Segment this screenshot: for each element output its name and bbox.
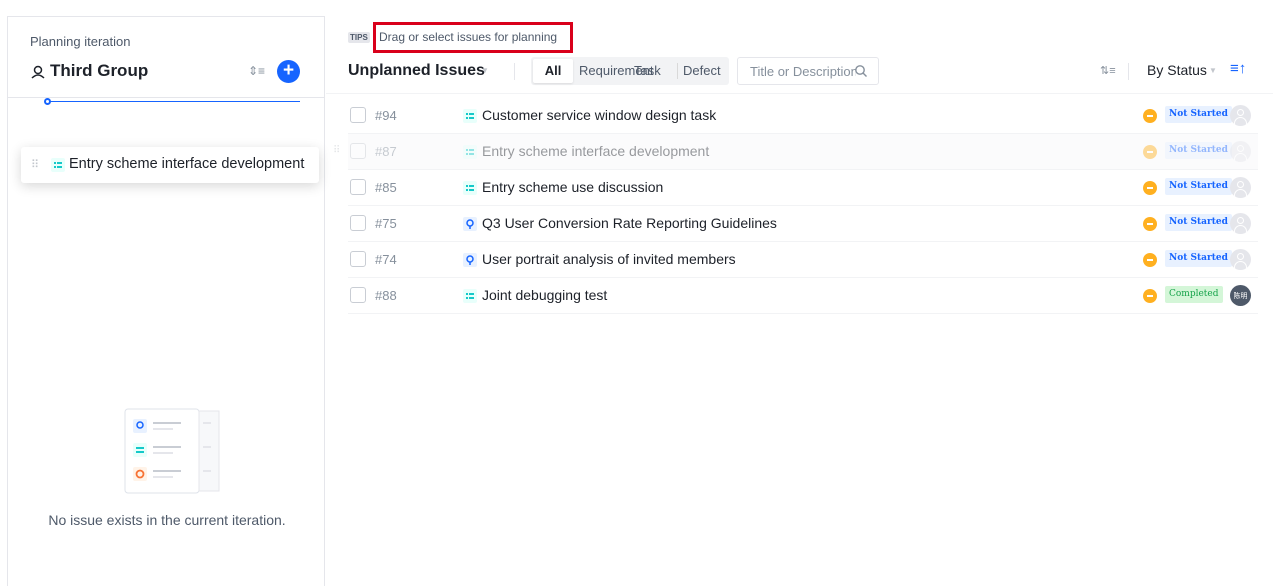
issue-checkbox[interactable]	[350, 215, 366, 231]
issue-checkbox[interactable]	[350, 107, 366, 123]
issue-row[interactable]: #94 Customer service window design task No…	[348, 98, 1258, 134]
user-icon	[1237, 145, 1244, 152]
group-by-dropdown[interactable]: By Status	[1147, 62, 1207, 78]
issue-row[interactable]: #75 Q3 User Conversion Rate Reporting Gui…	[348, 206, 1258, 242]
requirement-type-icon	[463, 217, 477, 231]
chevron-down-icon[interactable]: ▼	[481, 66, 489, 75]
filter-defect[interactable]: Defect	[683, 63, 721, 78]
team-icon	[31, 65, 45, 79]
issue-id: #87	[375, 144, 397, 159]
issue-title[interactable]: Q3 User Conversion Rate Reporting Guidel…	[482, 215, 777, 231]
status-badge[interactable]: Not Started	[1165, 178, 1232, 195]
search-input[interactable]: Title or Description	[737, 57, 879, 85]
timeline-start-dot	[44, 98, 51, 105]
avatar[interactable]: 陈明	[1230, 285, 1251, 306]
add-iteration-button[interactable]: +	[277, 60, 300, 83]
issue-id: #74	[375, 252, 397, 267]
issue-title[interactable]: Entry scheme interface development	[482, 143, 709, 159]
planning-iteration-caption: Planning iteration	[30, 34, 131, 49]
user-icon-body	[1234, 225, 1247, 233]
task-type-icon	[463, 145, 477, 159]
issue-title[interactable]: User portrait analysis of invited member…	[482, 251, 736, 267]
issue-checkbox[interactable]	[350, 251, 366, 267]
user-icon	[1237, 109, 1244, 116]
status-badge[interactable]: Completed	[1165, 286, 1223, 303]
issue-checkbox[interactable]	[350, 287, 366, 303]
planning-iteration-panel: Planning iteration Third Group ⇕≡ + No i…	[7, 16, 325, 586]
collapse-expand-icon[interactable]: ⇅≡	[1100, 64, 1116, 77]
issue-row[interactable]: #74 User portrait analysis of invited mem…	[348, 242, 1258, 278]
task-type-icon	[463, 289, 477, 303]
avatar[interactable]	[1230, 177, 1251, 198]
requirement-type-icon	[463, 253, 477, 267]
search-placeholder: Title or Description	[750, 64, 856, 79]
status-badge[interactable]: Not Started	[1165, 214, 1232, 231]
sort-icon[interactable]: ⇕≡	[248, 64, 265, 78]
divider	[514, 63, 515, 80]
priority-medium-icon[interactable]	[1143, 145, 1157, 159]
user-icon	[1237, 253, 1244, 260]
iteration-name: Third Group	[50, 61, 149, 80]
issue-list: #94 Customer service window design task No…	[333, 98, 1258, 314]
plus-icon: +	[282, 60, 295, 81]
status-badge[interactable]: Not Started	[1165, 142, 1232, 159]
drag-handle-icon[interactable]: ⠿	[31, 158, 39, 171]
priority-medium-icon[interactable]	[1143, 217, 1157, 231]
avatar-initials: 陈明	[1233, 293, 1248, 300]
empty-state-illustration	[124, 408, 220, 494]
empty-state-message: No issue exists in the current iteration…	[48, 512, 286, 528]
divider	[326, 93, 1273, 94]
issue-row[interactable]: #88 Joint debugging test Completed 陈明	[348, 278, 1258, 314]
issue-id: #75	[375, 216, 397, 231]
issue-id: #88	[375, 288, 397, 303]
task-type-icon	[51, 158, 65, 172]
divider	[677, 63, 678, 79]
dragging-issue-card[interactable]: ⠿ Entry scheme interface development	[21, 147, 319, 183]
avatar[interactable]	[1230, 105, 1251, 126]
dragging-issue-title: Entry scheme interface development	[69, 156, 305, 172]
issue-checkbox[interactable]	[350, 179, 366, 195]
iteration-timeline	[46, 101, 300, 102]
issue-id: #85	[375, 180, 397, 195]
user-icon-body	[1234, 153, 1247, 161]
filter-task[interactable]: Task	[634, 63, 661, 78]
iteration-selector[interactable]: Third Group ⇕≡ +	[30, 60, 312, 83]
task-type-icon	[463, 109, 477, 123]
unplanned-issues-panel: TIPS Drag or select issues for planning …	[326, 16, 1273, 586]
user-icon-body	[1234, 261, 1247, 269]
issue-type-filter: All Requirement Task Defect	[531, 57, 729, 85]
user-icon	[1237, 217, 1244, 224]
issue-title[interactable]: Customer service window design task	[482, 107, 716, 123]
search-icon[interactable]	[854, 64, 868, 78]
task-type-icon	[463, 181, 477, 195]
divider	[1128, 63, 1129, 80]
status-badge[interactable]: Not Started	[1165, 250, 1232, 267]
sort-ascending-icon[interactable]: ≡↑	[1230, 60, 1246, 77]
tips-highlight-annotation	[373, 22, 573, 53]
avatar[interactable]	[1230, 213, 1251, 234]
priority-medium-icon[interactable]	[1143, 181, 1157, 195]
issue-checkbox[interactable]	[350, 143, 366, 159]
unplanned-issues-dropdown[interactable]: Unplanned Issues	[348, 62, 485, 80]
drag-handle-icon[interactable]: ⠿	[333, 145, 340, 156]
issue-title[interactable]: Entry scheme use discussion	[482, 179, 663, 195]
priority-medium-icon[interactable]	[1143, 109, 1157, 123]
avatar[interactable]	[1230, 249, 1251, 270]
tips-badge: TIPS	[348, 32, 370, 43]
issue-row[interactable]: ⠿ #87 Entry scheme interface development No…	[333, 134, 1258, 170]
divider	[8, 97, 324, 98]
priority-medium-icon[interactable]	[1143, 289, 1157, 303]
status-badge[interactable]: Not Started	[1165, 106, 1232, 123]
user-icon-body	[1234, 117, 1247, 125]
issue-row[interactable]: #85 Entry scheme use discussion Not Starte…	[348, 170, 1258, 206]
issue-title[interactable]: Joint debugging test	[482, 287, 607, 303]
user-icon	[1237, 181, 1244, 188]
chevron-down-icon[interactable]: ▼	[1209, 66, 1217, 75]
user-icon-body	[1234, 189, 1247, 197]
issue-id: #94	[375, 108, 397, 123]
filter-all[interactable]: All	[533, 59, 573, 83]
issues-toolbar: Unplanned Issues ▼ All Requirement Task …	[348, 57, 1258, 85]
avatar[interactable]	[1230, 141, 1251, 162]
priority-medium-icon[interactable]	[1143, 253, 1157, 267]
